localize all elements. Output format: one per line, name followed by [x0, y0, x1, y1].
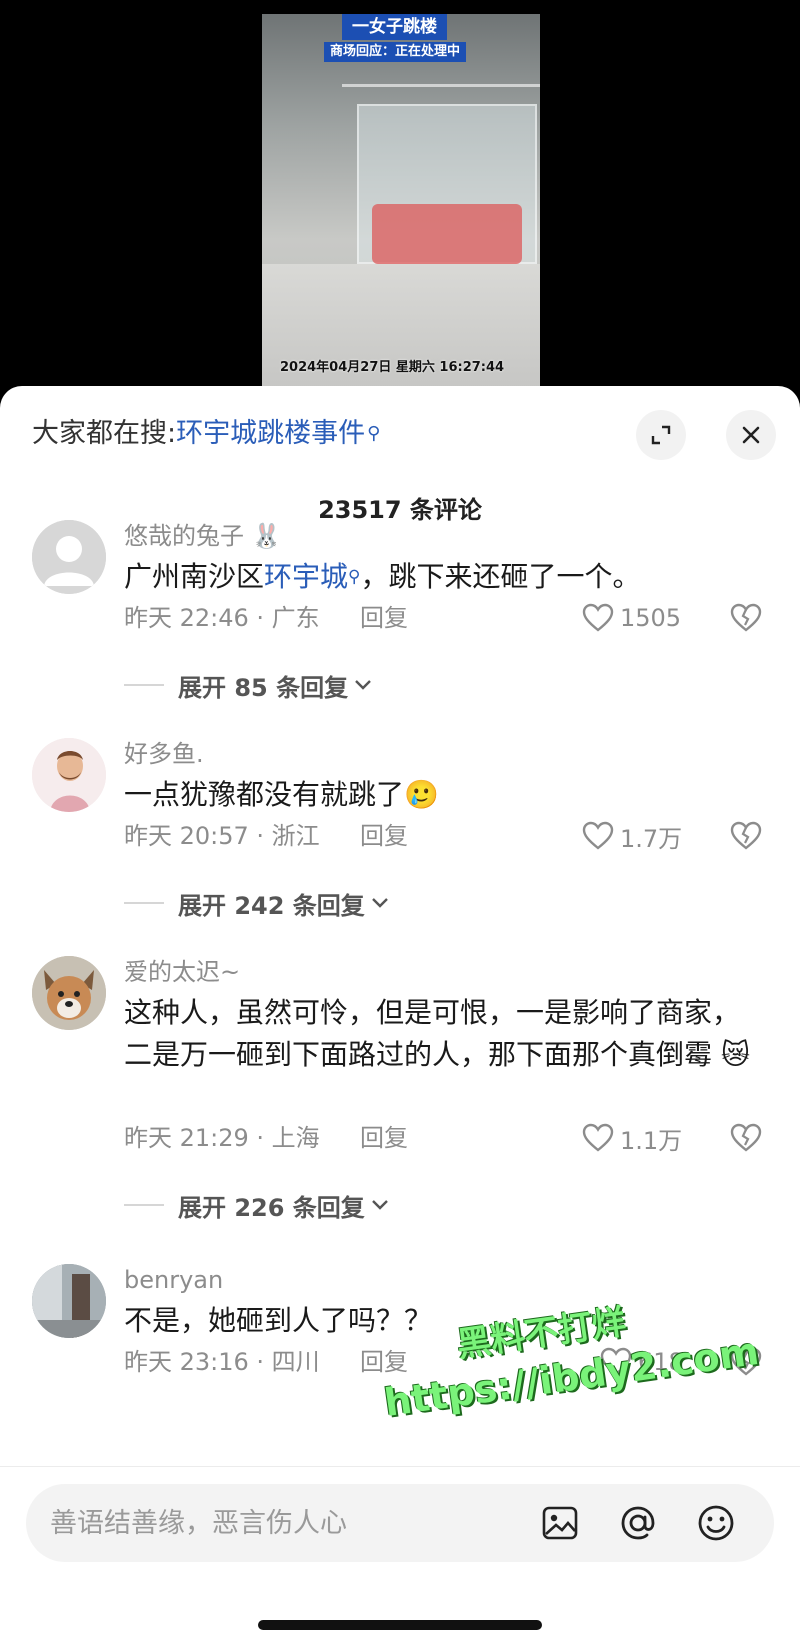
expand-replies-label: 展开 242 条回复 [178, 891, 365, 920]
heart-icon [582, 603, 614, 632]
comment-item: 悠哉的兔子 🐰 广州南沙区环宇城⚲，跳下来还砸了一个。 昨天 22:46 · 广… [0, 520, 800, 720]
like-button[interactable]: 1.7万 [582, 820, 683, 853]
reply-button[interactable]: 回复 [360, 1122, 408, 1154]
comment-input[interactable] [50, 1484, 510, 1562]
expand-replies-button[interactable]: 展开 226 条回复 [124, 1188, 389, 1222]
heart-icon [582, 1123, 614, 1152]
comment-meta: 昨天 20:57 · 浙江 [124, 822, 320, 850]
broken-heart-icon [730, 821, 762, 850]
broken-heart-icon [730, 1123, 762, 1152]
comment-username[interactable]: benryan [124, 1264, 223, 1296]
comment-item: 好多鱼. 一点犹豫都没有就跳了🥲 昨天 20:57 · 浙江 回复 1.7万 展… [0, 738, 800, 938]
dog-avatar-icon [32, 956, 106, 1030]
expand-replies-button[interactable]: 展开 85 条回复 [124, 668, 372, 702]
video-player[interactable]: 一女子跳楼 商场回应：正在处理中 2024年04月27日 星期六 16:27:4… [0, 0, 800, 400]
comment-link[interactable]: 环宇城 [264, 560, 348, 593]
input-divider [0, 1466, 800, 1467]
like-count: 1505 [620, 604, 682, 632]
video-title-overlay: 一女子跳楼 [342, 14, 447, 40]
chevron-down-icon [355, 680, 371, 690]
comments-sheet: 大家都在搜:环宇城跳楼事件 ⚲ 23517 条评论 悠哉的兔子 🐰 广州南沙区环宇… [0, 386, 800, 1648]
comment-username[interactable]: 爱的太迟~ [124, 956, 240, 988]
dislike-button[interactable] [730, 1122, 762, 1154]
broken-heart-icon [730, 603, 762, 632]
like-button[interactable]: 1505 [582, 602, 681, 634]
reply-button[interactable]: 回复 [360, 602, 408, 634]
video-red-shape [372, 204, 522, 264]
comment-meta: 昨天 22:46 · 广东 [124, 604, 320, 632]
expand-button[interactable] [636, 410, 686, 460]
chevron-down-icon [371, 1200, 388, 1210]
search-icon: ⚲ [348, 567, 361, 587]
like-count: 1.7万 [620, 824, 683, 853]
comment-input-bar [26, 1484, 774, 1562]
like-button[interactable]: 1.1万 [582, 1122, 683, 1155]
comment-text-part: ，跳下来还砸了一个。 [360, 560, 641, 593]
emoji-button[interactable] [696, 1503, 736, 1543]
close-button[interactable] [726, 410, 776, 460]
default-avatar-icon [32, 520, 106, 594]
emoji-icon [698, 1505, 734, 1541]
dislike-button[interactable] [730, 602, 762, 634]
comment-username[interactable]: 好多鱼. [124, 738, 204, 770]
comment-text: 这种人，虽然可怜，但是可恨，一是影响了商家，二是万一砸到下面路过的人，那下面那个… [124, 996, 751, 1071]
comment-text-part: 广州南沙区 [124, 560, 265, 593]
photo-avatar-icon [32, 1264, 106, 1338]
comment-meta: 昨天 23:16 · 四川 [124, 1348, 320, 1376]
video-frame[interactable]: 一女子跳楼 商场回应：正在处理中 2024年04月27日 星期六 16:27:4… [262, 14, 540, 390]
at-icon [621, 1506, 655, 1540]
divider-line [124, 1204, 164, 1206]
close-icon [742, 426, 760, 444]
trending-search[interactable]: 大家都在搜:环宇城跳楼事件 ⚲ [32, 414, 380, 454]
expand-replies-button[interactable]: 展开 242 条回复 [124, 886, 389, 920]
image-icon [542, 1506, 578, 1540]
search-prefix: 大家都在搜: [32, 418, 177, 449]
avatar[interactable] [32, 1264, 106, 1338]
comment-text: 广州南沙区环宇城⚲，跳下来还砸了一个。 [124, 556, 764, 598]
home-indicator[interactable] [258, 1620, 542, 1630]
comment-username[interactable]: 悠哉的兔子 🐰 [124, 520, 282, 552]
avatar[interactable] [32, 956, 106, 1030]
dislike-button[interactable] [730, 820, 762, 852]
like-count: 1.1万 [620, 1126, 683, 1155]
reply-button[interactable]: 回复 [360, 820, 408, 852]
avatar[interactable] [32, 520, 106, 594]
expand-replies-label: 展开 226 条回复 [178, 1193, 365, 1222]
image-button[interactable] [540, 1503, 580, 1543]
comment-meta: 昨天 21:29 · 上海 [124, 1124, 320, 1152]
divider-line [124, 684, 164, 686]
video-rail [342, 84, 540, 87]
mention-button[interactable] [618, 1503, 658, 1543]
chevron-down-icon [371, 898, 388, 908]
heart-icon [582, 821, 614, 850]
comment-item: 爱的太迟~ 这种人，虽然可怜，但是可恨，一是影响了商家，二是万一砸到下面路过的人… [0, 956, 800, 1246]
video-subtitle-overlay: 商场回应：正在处理中 [324, 42, 467, 62]
video-timestamp: 2024年04月27日 星期六 16:27:44 [280, 360, 505, 375]
expand-replies-label: 展开 85 条回复 [178, 673, 349, 702]
search-icon: ⚲ [367, 423, 381, 444]
search-term-link[interactable]: 环宇城跳楼事件 [176, 418, 365, 449]
avatar[interactable] [32, 738, 106, 812]
cartoon-avatar-icon [32, 738, 106, 812]
comment-text: 一点犹豫都没有就跳了🥲 [124, 778, 439, 811]
expand-icon [651, 425, 671, 445]
divider-line [124, 902, 164, 904]
